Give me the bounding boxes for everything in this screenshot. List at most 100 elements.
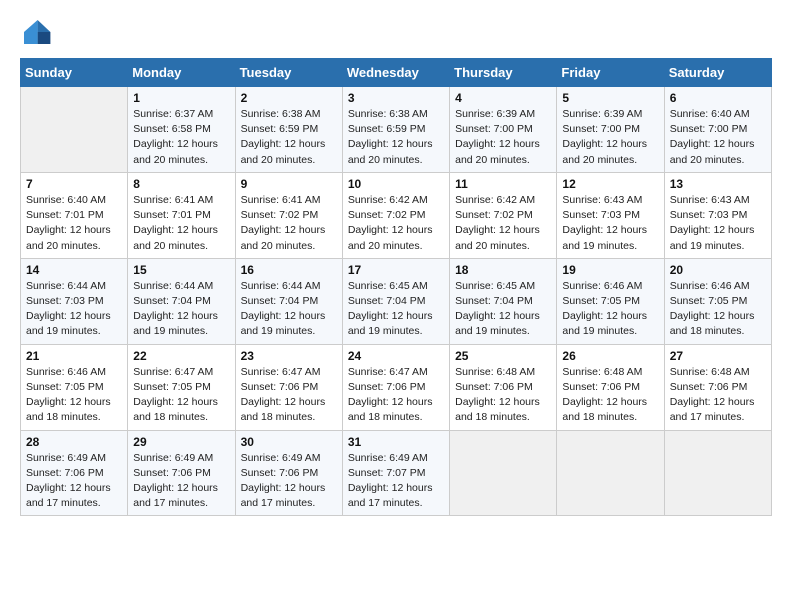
day-number: 7 <box>26 177 122 191</box>
day-info: Sunrise: 6:39 AM Sunset: 7:00 PM Dayligh… <box>562 107 658 168</box>
day-number: 28 <box>26 435 122 449</box>
calendar-cell: 24 Sunrise: 6:47 AM Sunset: 7:06 PM Dayli… <box>342 344 449 430</box>
day-info: Sunrise: 6:43 AM Sunset: 7:03 PM Dayligh… <box>670 193 766 254</box>
day-number: 14 <box>26 263 122 277</box>
day-info: Sunrise: 6:49 AM Sunset: 7:06 PM Dayligh… <box>241 451 337 512</box>
day-info: Sunrise: 6:46 AM Sunset: 7:05 PM Dayligh… <box>562 279 658 340</box>
calendar-cell: 31 Sunrise: 6:49 AM Sunset: 7:07 PM Dayli… <box>342 430 449 516</box>
calendar-cell: 15 Sunrise: 6:44 AM Sunset: 7:04 PM Dayli… <box>128 258 235 344</box>
day-info: Sunrise: 6:44 AM Sunset: 7:04 PM Dayligh… <box>241 279 337 340</box>
calendar-week-4: 21 Sunrise: 6:46 AM Sunset: 7:05 PM Dayli… <box>21 344 772 430</box>
calendar-cell: 14 Sunrise: 6:44 AM Sunset: 7:03 PM Dayli… <box>21 258 128 344</box>
day-number: 9 <box>241 177 337 191</box>
day-info: Sunrise: 6:38 AM Sunset: 6:59 PM Dayligh… <box>241 107 337 168</box>
logo-icon <box>20 16 52 48</box>
weekday-monday: Monday <box>128 59 235 87</box>
calendar-cell: 29 Sunrise: 6:49 AM Sunset: 7:06 PM Dayli… <box>128 430 235 516</box>
day-number: 6 <box>670 91 766 105</box>
day-info: Sunrise: 6:39 AM Sunset: 7:00 PM Dayligh… <box>455 107 551 168</box>
day-info: Sunrise: 6:40 AM Sunset: 7:01 PM Dayligh… <box>26 193 122 254</box>
calendar-table: SundayMondayTuesdayWednesdayThursdayFrid… <box>20 58 772 516</box>
day-info: Sunrise: 6:49 AM Sunset: 7:06 PM Dayligh… <box>133 451 229 512</box>
day-info: Sunrise: 6:44 AM Sunset: 7:04 PM Dayligh… <box>133 279 229 340</box>
day-info: Sunrise: 6:37 AM Sunset: 6:58 PM Dayligh… <box>133 107 229 168</box>
calendar-cell: 17 Sunrise: 6:45 AM Sunset: 7:04 PM Dayli… <box>342 258 449 344</box>
calendar-cell: 18Sunrise: 6:45 AM Sunset: 7:04 PM Dayli… <box>450 258 557 344</box>
day-number: 20 <box>670 263 766 277</box>
day-number: 29 <box>133 435 229 449</box>
day-number: 2 <box>241 91 337 105</box>
day-info: Sunrise: 6:43 AM Sunset: 7:03 PM Dayligh… <box>562 193 658 254</box>
calendar-cell <box>664 430 771 516</box>
calendar-cell: 2 Sunrise: 6:38 AM Sunset: 6:59 PM Daylig… <box>235 87 342 173</box>
day-info: Sunrise: 6:42 AM Sunset: 7:02 PM Dayligh… <box>455 193 551 254</box>
day-number: 21 <box>26 349 122 363</box>
weekday-header-row: SundayMondayTuesdayWednesdayThursdayFrid… <box>21 59 772 87</box>
calendar-cell: 30Sunrise: 6:49 AM Sunset: 7:06 PM Dayli… <box>235 430 342 516</box>
calendar-cell: 10 Sunrise: 6:42 AM Sunset: 7:02 PM Dayli… <box>342 172 449 258</box>
day-number: 24 <box>348 349 444 363</box>
day-info: Sunrise: 6:47 AM Sunset: 7:05 PM Dayligh… <box>133 365 229 426</box>
calendar-cell: 28 Sunrise: 6:49 AM Sunset: 7:06 PM Dayli… <box>21 430 128 516</box>
weekday-sunday: Sunday <box>21 59 128 87</box>
day-number: 27 <box>670 349 766 363</box>
day-info: Sunrise: 6:49 AM Sunset: 7:06 PM Dayligh… <box>26 451 122 512</box>
day-number: 16 <box>241 263 337 277</box>
calendar-cell: 5 Sunrise: 6:39 AM Sunset: 7:00 PM Daylig… <box>557 87 664 173</box>
calendar-cell: 27 Sunrise: 6:48 AM Sunset: 7:06 PM Dayli… <box>664 344 771 430</box>
day-info: Sunrise: 6:41 AM Sunset: 7:01 PM Dayligh… <box>133 193 229 254</box>
weekday-saturday: Saturday <box>664 59 771 87</box>
day-info: Sunrise: 6:48 AM Sunset: 7:06 PM Dayligh… <box>562 365 658 426</box>
day-info: Sunrise: 6:45 AM Sunset: 7:04 PM Dayligh… <box>455 279 551 340</box>
day-number: 15 <box>133 263 229 277</box>
header <box>20 16 772 48</box>
day-info: Sunrise: 6:49 AM Sunset: 7:07 PM Dayligh… <box>348 451 444 512</box>
day-number: 17 <box>348 263 444 277</box>
calendar-body: 1Sunrise: 6:37 AM Sunset: 6:58 PM Daylig… <box>21 87 772 516</box>
calendar-cell: 9 Sunrise: 6:41 AM Sunset: 7:02 PM Daylig… <box>235 172 342 258</box>
day-info: Sunrise: 6:40 AM Sunset: 7:00 PM Dayligh… <box>670 107 766 168</box>
logo <box>20 16 56 48</box>
day-info: Sunrise: 6:46 AM Sunset: 7:05 PM Dayligh… <box>26 365 122 426</box>
day-number: 26 <box>562 349 658 363</box>
calendar-week-2: 7 Sunrise: 6:40 AM Sunset: 7:01 PM Daylig… <box>21 172 772 258</box>
day-info: Sunrise: 6:42 AM Sunset: 7:02 PM Dayligh… <box>348 193 444 254</box>
day-number: 5 <box>562 91 658 105</box>
calendar-cell: 1Sunrise: 6:37 AM Sunset: 6:58 PM Daylig… <box>128 87 235 173</box>
calendar-cell: 7 Sunrise: 6:40 AM Sunset: 7:01 PM Daylig… <box>21 172 128 258</box>
calendar-cell <box>557 430 664 516</box>
day-info: Sunrise: 6:45 AM Sunset: 7:04 PM Dayligh… <box>348 279 444 340</box>
day-info: Sunrise: 6:47 AM Sunset: 7:06 PM Dayligh… <box>348 365 444 426</box>
day-info: Sunrise: 6:46 AM Sunset: 7:05 PM Dayligh… <box>670 279 766 340</box>
day-number: 10 <box>348 177 444 191</box>
page: SundayMondayTuesdayWednesdayThursdayFrid… <box>0 0 792 532</box>
day-number: 19 <box>562 263 658 277</box>
calendar-cell: 19 Sunrise: 6:46 AM Sunset: 7:05 PM Dayli… <box>557 258 664 344</box>
day-number: 11 <box>455 177 551 191</box>
day-number: 3 <box>348 91 444 105</box>
calendar-cell <box>450 430 557 516</box>
calendar-cell: 8 Sunrise: 6:41 AM Sunset: 7:01 PM Daylig… <box>128 172 235 258</box>
day-number: 12 <box>562 177 658 191</box>
calendar-week-3: 14 Sunrise: 6:44 AM Sunset: 7:03 PM Dayli… <box>21 258 772 344</box>
day-info: Sunrise: 6:44 AM Sunset: 7:03 PM Dayligh… <box>26 279 122 340</box>
day-info: Sunrise: 6:48 AM Sunset: 7:06 PM Dayligh… <box>455 365 551 426</box>
day-info: Sunrise: 6:41 AM Sunset: 7:02 PM Dayligh… <box>241 193 337 254</box>
day-number: 31 <box>348 435 444 449</box>
day-info: Sunrise: 6:48 AM Sunset: 7:06 PM Dayligh… <box>670 365 766 426</box>
day-info: Sunrise: 6:47 AM Sunset: 7:06 PM Dayligh… <box>241 365 337 426</box>
calendar-cell: 3Sunrise: 6:38 AM Sunset: 6:59 PM Daylig… <box>342 87 449 173</box>
calendar-cell: 16 Sunrise: 6:44 AM Sunset: 7:04 PM Dayli… <box>235 258 342 344</box>
calendar-cell: 26 Sunrise: 6:48 AM Sunset: 7:06 PM Dayli… <box>557 344 664 430</box>
calendar-header: SundayMondayTuesdayWednesdayThursdayFrid… <box>21 59 772 87</box>
weekday-tuesday: Tuesday <box>235 59 342 87</box>
day-number: 8 <box>133 177 229 191</box>
weekday-thursday: Thursday <box>450 59 557 87</box>
calendar-week-1: 1Sunrise: 6:37 AM Sunset: 6:58 PM Daylig… <box>21 87 772 173</box>
calendar-cell: 20 Sunrise: 6:46 AM Sunset: 7:05 PM Dayli… <box>664 258 771 344</box>
calendar-cell <box>21 87 128 173</box>
calendar-cell: 22Sunrise: 6:47 AM Sunset: 7:05 PM Dayli… <box>128 344 235 430</box>
calendar-cell: 25Sunrise: 6:48 AM Sunset: 7:06 PM Dayli… <box>450 344 557 430</box>
day-number: 4 <box>455 91 551 105</box>
day-number: 13 <box>670 177 766 191</box>
